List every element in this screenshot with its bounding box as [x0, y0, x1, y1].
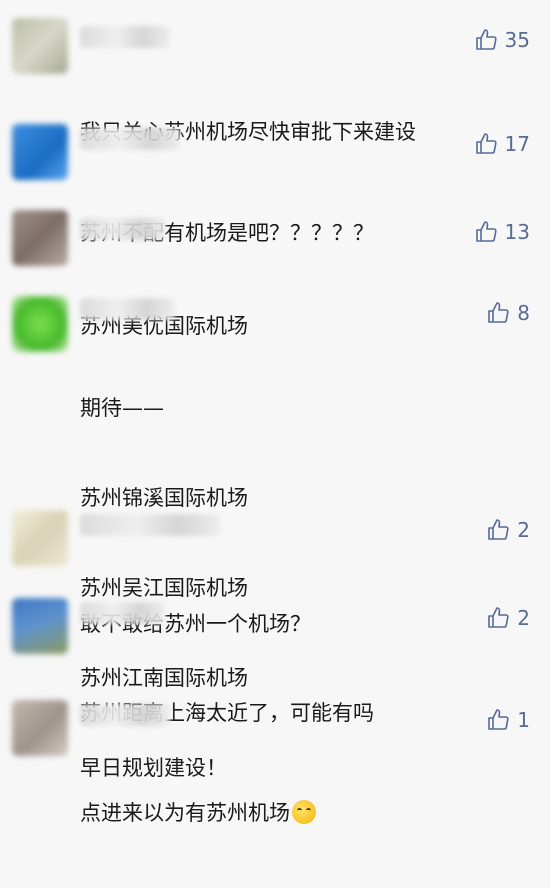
- username-blurred[interactable]: [80, 704, 170, 726]
- like-button[interactable]: 1: [487, 708, 530, 732]
- like-count: 2: [517, 606, 530, 630]
- like-button[interactable]: 2: [487, 518, 530, 542]
- like-count: 2: [517, 518, 530, 542]
- like-button[interactable]: 13: [475, 220, 530, 244]
- like-button[interactable]: 17: [475, 132, 530, 156]
- like-count: 1: [517, 708, 530, 732]
- username-blurred[interactable]: [80, 26, 170, 48]
- username-blurred[interactable]: [80, 602, 165, 624]
- avatar[interactable]: [12, 700, 68, 756]
- thumbs-up-icon: [475, 220, 499, 244]
- thumbs-up-icon: [487, 301, 511, 325]
- avatar[interactable]: [12, 598, 68, 654]
- avatar[interactable]: [12, 296, 68, 352]
- thumbs-up-icon: [475, 28, 499, 52]
- username-blurred[interactable]: [80, 128, 180, 150]
- thumbs-up-icon: [487, 606, 511, 630]
- like-count: 8: [517, 301, 530, 325]
- thumbs-up-icon: [487, 518, 511, 542]
- thumbs-up-icon: [487, 708, 511, 732]
- username-blurred[interactable]: [80, 514, 220, 536]
- avatar[interactable]: [12, 124, 68, 180]
- like-count: 17: [504, 132, 530, 156]
- like-button[interactable]: 2: [487, 606, 530, 630]
- sweat-smile-emoji-icon: [292, 800, 316, 824]
- username-blurred[interactable]: [80, 218, 165, 240]
- avatar[interactable]: [12, 18, 68, 74]
- username-blurred[interactable]: [80, 298, 175, 320]
- like-count: 35: [504, 28, 530, 52]
- like-count: 13: [504, 220, 530, 244]
- comment-text: 点进来以为有苏州机场: [80, 738, 316, 888]
- avatar[interactable]: [12, 210, 68, 266]
- avatar[interactable]: [12, 510, 68, 566]
- like-button[interactable]: 8: [487, 301, 530, 325]
- thumbs-up-icon: [475, 132, 499, 156]
- like-button[interactable]: 35: [475, 28, 530, 52]
